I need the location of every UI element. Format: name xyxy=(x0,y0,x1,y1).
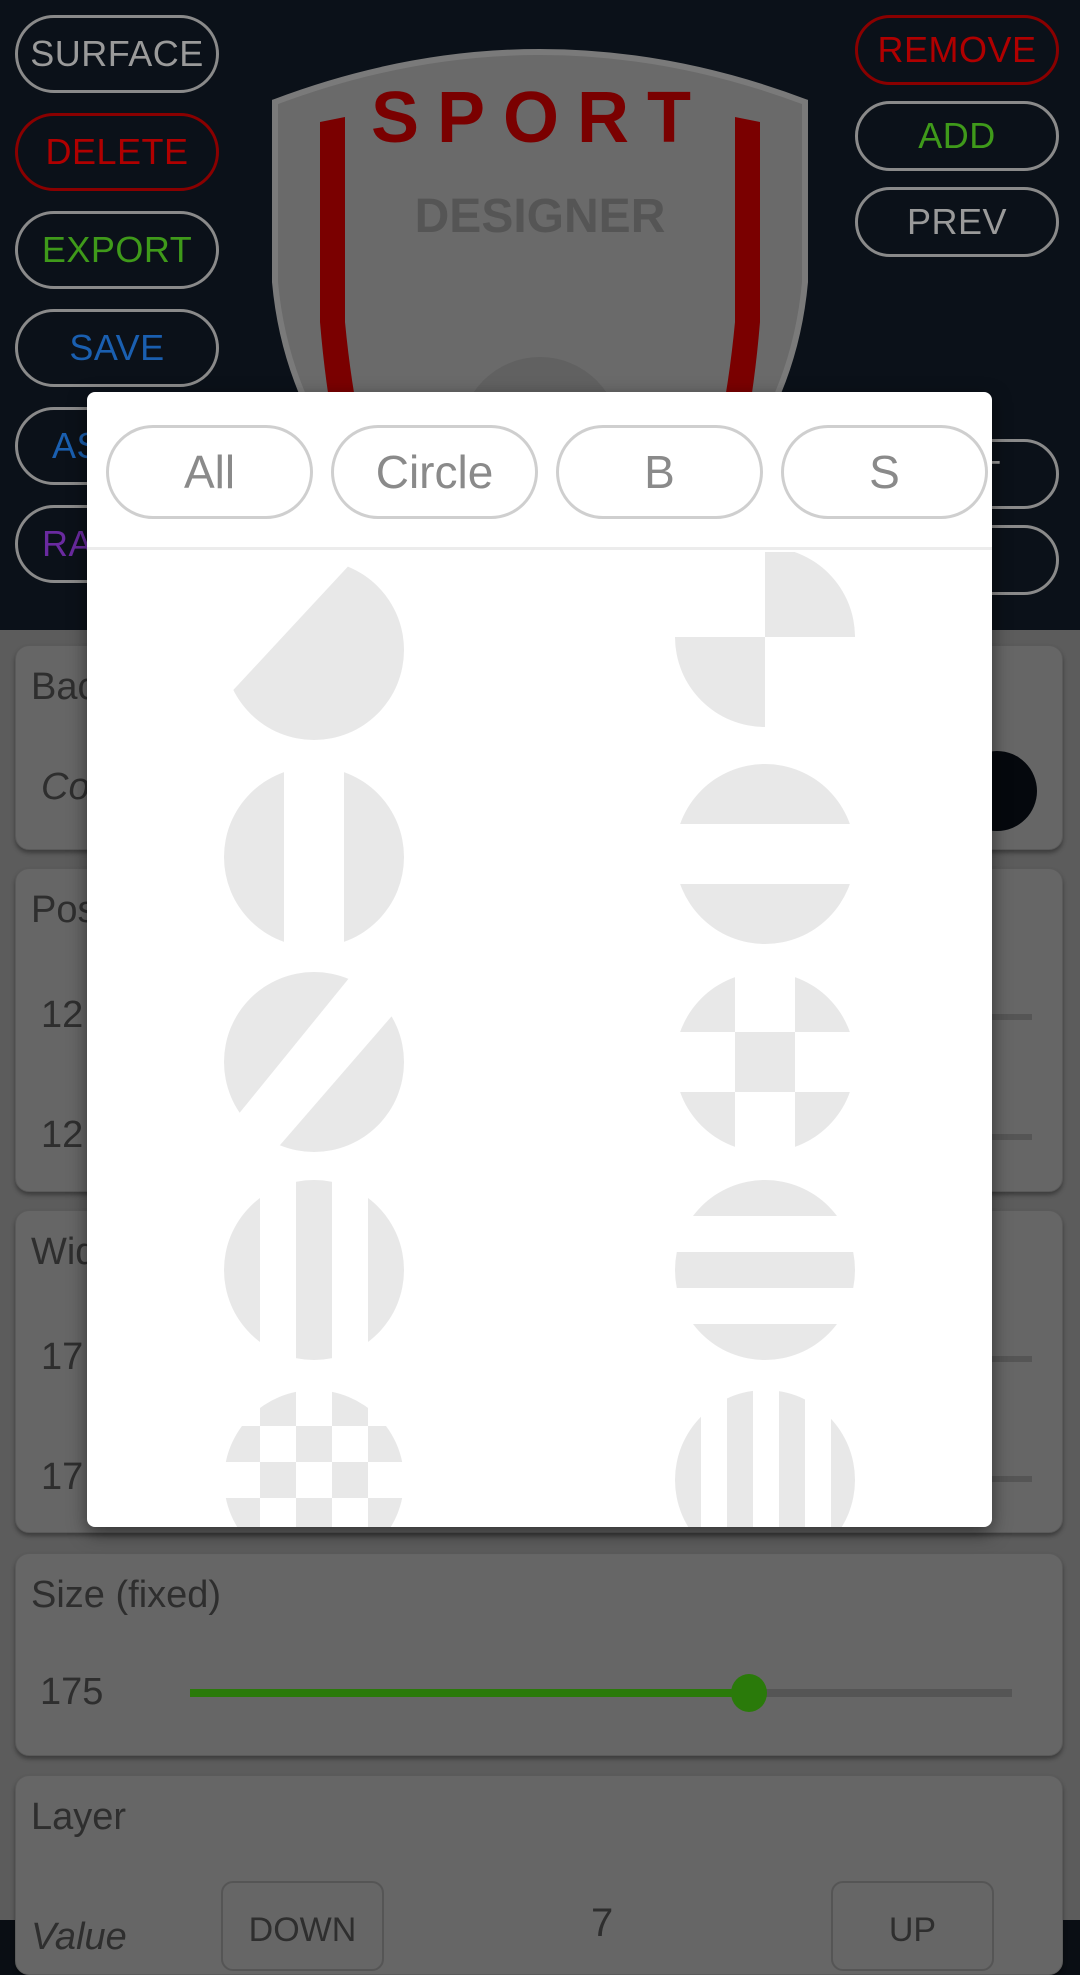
tab-s[interactable]: S xyxy=(781,425,988,519)
shape-circle-diagonal-band[interactable] xyxy=(224,972,404,1152)
delete-button-label: DELETE xyxy=(45,131,189,172)
size-panel: Size (fixed) 175 xyxy=(15,1553,1063,1756)
prev-button-label: PREV xyxy=(906,201,1008,242)
size-panel-title: Size (fixed) xyxy=(31,1574,222,1616)
tab-b-label: B xyxy=(644,446,675,498)
add-button-label: ADD xyxy=(918,115,996,156)
tab-circle[interactable]: Circle xyxy=(331,425,538,519)
layer-up-button[interactable]: UP xyxy=(831,1881,994,1971)
delete-button[interactable]: DELETE xyxy=(15,113,219,191)
layer-panel-title: Layer xyxy=(31,1796,127,1838)
shape-circle-vertical-band[interactable] xyxy=(224,767,404,947)
width-b-slider[interactable] xyxy=(992,1476,1032,1482)
save-button-label: SAVE xyxy=(69,327,165,368)
prev-button[interactable]: PREV xyxy=(855,187,1059,257)
shape-circle-checkerboard[interactable] xyxy=(224,1390,404,1527)
ra-button-label: RA xyxy=(42,523,94,564)
export-button-label: EXPORT xyxy=(41,229,193,270)
width-a-value: 17 xyxy=(41,1336,84,1378)
shape-grid[interactable] xyxy=(87,552,992,1527)
remove-button-label: REMOVE xyxy=(877,29,1037,70)
add-button[interactable]: ADD xyxy=(855,101,1059,171)
position-y-slider[interactable] xyxy=(992,1134,1032,1140)
layer-down-button[interactable]: DOWN xyxy=(221,1881,384,1971)
shape-circle-thin-vertical-stripes[interactable] xyxy=(675,1390,855,1527)
layer-value: 7 xyxy=(591,1901,614,1945)
shape-circle-cross-check[interactable] xyxy=(675,972,855,1152)
width-a-slider[interactable] xyxy=(992,1356,1032,1362)
width-b-value: 17 xyxy=(41,1456,84,1498)
size-slider-thumb[interactable] xyxy=(730,1674,767,1712)
position-y-value: 12 xyxy=(41,1114,84,1156)
logo-top-text: SPORT xyxy=(371,78,709,158)
tab-all-label: All xyxy=(183,446,236,498)
color-row-label: Co xyxy=(41,766,90,808)
shape-picker-dialog: All Circle B S xyxy=(87,392,992,1527)
tab-s-label: S xyxy=(869,446,900,498)
size-slider[interactable] xyxy=(190,1674,1012,1712)
shape-circle-vertical-stripes[interactable] xyxy=(224,1180,404,1360)
size-slider-fill xyxy=(190,1689,749,1697)
export-button[interactable]: EXPORT xyxy=(15,211,219,289)
layer-panel: Layer Value DOWN 7 UP xyxy=(15,1775,1063,1975)
tab-all[interactable]: All xyxy=(106,425,313,519)
tab-circle-label: Circle xyxy=(375,446,494,498)
surface-button-label: SURFACE xyxy=(30,33,204,74)
tabs-divider xyxy=(87,547,992,550)
logo-bottom-text: DESIGNER xyxy=(415,190,666,243)
shape-circle-horizontal-band[interactable] xyxy=(675,764,855,944)
tab-b[interactable]: B xyxy=(556,425,763,519)
shape-circle-horizontal-stripes[interactable] xyxy=(675,1180,855,1360)
save-button[interactable]: SAVE xyxy=(15,309,219,387)
shape-circle-diagonal-half[interactable] xyxy=(224,560,404,740)
position-x-value: 12 xyxy=(41,994,84,1036)
remove-button[interactable]: REMOVE xyxy=(855,15,1059,85)
shape-circle-quarters[interactable] xyxy=(675,552,855,727)
size-value: 175 xyxy=(40,1671,104,1713)
position-x-slider[interactable] xyxy=(992,1014,1032,1020)
surface-button[interactable]: SURFACE xyxy=(15,15,219,93)
layer-row-label: Value xyxy=(31,1916,127,1958)
